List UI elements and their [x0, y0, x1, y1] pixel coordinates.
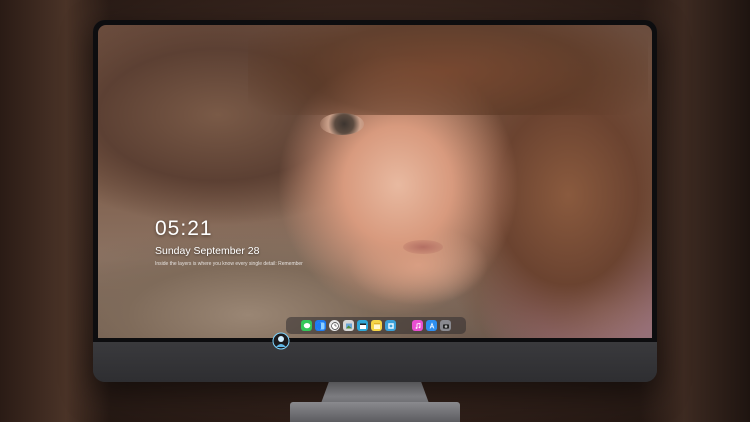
messages-icon[interactable] — [301, 320, 312, 331]
camera-icon[interactable] — [440, 320, 451, 331]
photos-icon[interactable] — [343, 320, 354, 331]
lock-clock: 05:21 — [155, 217, 213, 240]
clock-icon[interactable] — [329, 320, 340, 331]
wallpaper-lips — [403, 240, 443, 254]
wallpaper-hair — [248, 25, 648, 115]
claquette-icon[interactable] — [357, 320, 368, 331]
monitor: 05:21 Sunday September 28 Inside the lay… — [93, 20, 657, 382]
wallpaper-eye — [320, 113, 364, 135]
lock-screen[interactable]: 05:21 Sunday September 28 Inside the lay… — [98, 25, 652, 338]
finder-icon[interactable] — [315, 320, 326, 331]
dock — [286, 317, 466, 334]
monitor-bezel: 05:21 Sunday September 28 Inside the lay… — [93, 20, 657, 342]
brand-logo-icon — [272, 332, 290, 350]
notes-icon[interactable] — [371, 320, 382, 331]
lock-date: Sunday September 28 — [155, 245, 260, 257]
app-store-icon[interactable] — [426, 320, 437, 331]
itunes-icon[interactable] — [412, 320, 423, 331]
monitor-chin — [93, 342, 657, 382]
lock-caption: Inside the layers is where you know ever… — [155, 261, 303, 267]
preview-icon[interactable] — [385, 320, 396, 331]
monitor-stand-base — [290, 402, 460, 422]
